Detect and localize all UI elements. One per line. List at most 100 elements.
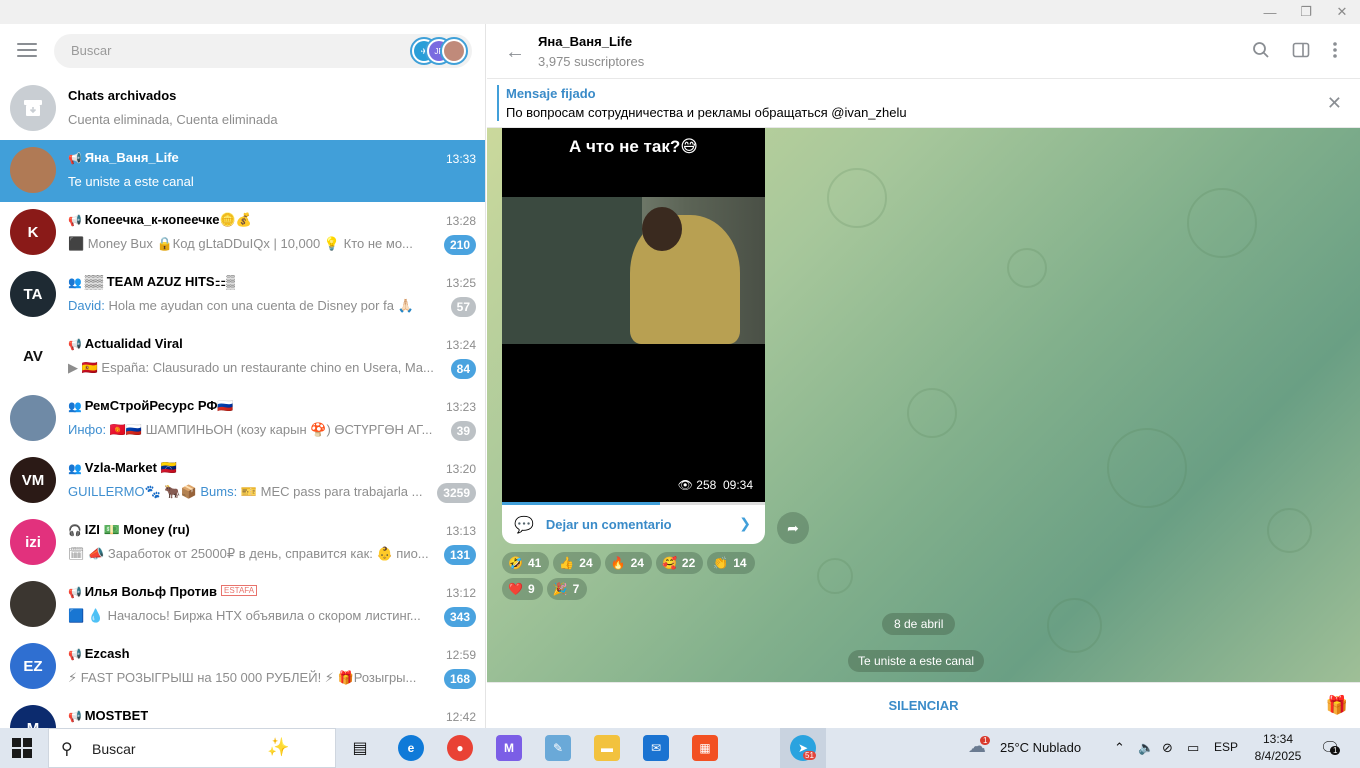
preview-sender: GUILLERMO🐾 🐂📦 Bums: — [68, 484, 241, 499]
telegram-badge: 51 — [803, 751, 816, 760]
chat-type-icon: 📢 — [68, 153, 82, 165]
reaction-chip[interactable]: 👏 14 — [707, 552, 755, 574]
chat-list-item[interactable]: 📢 Яна_Ваня_Life 13:33 Te uniste a este cana… — [0, 140, 485, 202]
pinned-message-bar[interactable]: Mensaje fijado По вопросам сотрудничеств… — [487, 79, 1360, 128]
chat-name-text: IZI 💵 Money (ru) — [84, 522, 190, 537]
reaction-count: 7 — [572, 582, 580, 596]
chat-name-text: MOSTBET — [84, 708, 149, 723]
chat-preview: Инфо: 🇰🇬🇷🇺 ШАМПИНЬОН (козу карын 🍄) ӨСТҮ… — [68, 422, 440, 438]
language-indicator[interactable]: ESP — [1214, 740, 1238, 754]
notepad-icon[interactable]: ✎ — [545, 735, 571, 761]
chat-list-item[interactable]: 📢 Илья Вольф Против ESTAFA 13:12 🟦 💧 Началос… — [0, 574, 485, 636]
telegram-taskbar-button[interactable]: ➤ 51 — [780, 728, 826, 768]
unread-badge: 3259 — [437, 483, 476, 503]
preview-text: 🗓 📣 Заработок от 25000₽ в день, справитс… — [68, 546, 429, 561]
preview-text: Hola me ayudan con una cuenta de Disney … — [108, 298, 414, 313]
chat-avatar — [10, 581, 56, 627]
network-icon[interactable]: ⊘ — [1162, 740, 1173, 756]
menu-icon[interactable] — [17, 43, 37, 57]
search-icon[interactable] — [1252, 41, 1270, 64]
chat-list-item[interactable]: M 📢 MOSTBET 12:42 — [0, 698, 485, 728]
conversation-panel: ← Яна_Ваня_Life 3,975 suscriptores Mensa… — [487, 24, 1360, 728]
chat-name: 📢 Копеечка_к-копеечке🪙💰 — [68, 212, 252, 228]
subscriber-count: 3,975 suscriptores — [538, 54, 645, 69]
mute-button[interactable]: SILENCIAR — [487, 698, 1360, 713]
chat-list-item[interactable]: EZ 📢 Ezcash 12:59 ⚡ FAST РОЗЫГРЫШ на 150 000… — [0, 636, 485, 698]
share-button[interactable]: ➦ — [777, 512, 809, 544]
reaction-chip[interactable]: 🥰 22 — [655, 552, 704, 574]
channel-title[interactable]: Яна_Ваня_Life — [538, 34, 632, 49]
chat-time: 13:28 — [445, 214, 476, 228]
restore-button[interactable]: ❐ — [1288, 0, 1324, 24]
edge-icon[interactable]: e — [398, 735, 424, 761]
speaker-icon[interactable]: 🔈 — [1138, 740, 1154, 756]
file-explorer-icon[interactable]: ▬ — [594, 735, 620, 761]
chat-type-icon: 📢 — [68, 587, 82, 599]
preview-text: 🇰🇬🇷🇺 ШАМПИНЬОН (козу карын 🍄) ӨСТҮРГӨН А… — [109, 422, 433, 437]
search-input[interactable]: Buscar ✈ JP — [54, 34, 472, 68]
story-avatar[interactable] — [440, 37, 468, 65]
weather-text[interactable]: 25°C Nublado — [1000, 740, 1081, 755]
sidebar-toggle-icon[interactable] — [1292, 41, 1310, 64]
reaction-chip[interactable]: 🤣 41 — [502, 552, 550, 574]
mail-icon[interactable]: ✉ — [643, 735, 669, 761]
leave-comment-button[interactable]: 💬 Dejar un comentario ❯ — [502, 505, 765, 544]
chat-name-text: Илья Вольф Против — [84, 584, 217, 599]
chat-time: 12:42 — [445, 710, 476, 724]
chat-list-item[interactable]: AV 📢 Actualidad Viral 13:24 ▶ 🇪🇸 España: Cla… — [0, 326, 485, 388]
taskbar-search[interactable]: ⚲ Buscar ✨ — [48, 728, 336, 768]
more-options-icon[interactable] — [1332, 41, 1338, 64]
chat-list-panel: Buscar ✈ JP Chats archivados Cuenta elim… — [0, 24, 486, 728]
chat-list-item[interactable]: TA 👥 ▒▒ TEAM AZUZ HITS⚏▒ 13:25 David: Hola m… — [0, 264, 485, 326]
telegram-desktop-screen: — ❐ ✕ Buscar ✈ JP Chats archivados Cuent… — [0, 0, 1360, 768]
system-clock[interactable]: 13:34 8/4/2025 — [1250, 731, 1306, 765]
service-message: Te uniste a este canal — [848, 650, 985, 672]
stories-avatars[interactable]: ✈ JP — [410, 37, 468, 65]
chat-name-text: Яна_Ваня_Life — [84, 150, 179, 165]
pinned-text: По вопросам сотрудничества и рекламы обр… — [506, 105, 907, 120]
reaction-chip[interactable]: 👍 24 — [553, 552, 601, 574]
chat-name: 📢 Илья Вольф Против ESTAFA — [68, 584, 258, 599]
chat-avatar: EZ — [10, 643, 56, 689]
chat-time: 13:20 — [445, 462, 476, 476]
chat-type-icon: 👥 — [68, 277, 82, 289]
close-window-button[interactable]: ✕ — [1324, 0, 1360, 24]
m365-icon[interactable]: M — [496, 735, 522, 761]
archived-chats-item[interactable]: Chats archivados Cuenta eliminada, Cuent… — [0, 78, 485, 140]
chat-preview: Te uniste a este canal — [68, 174, 440, 189]
chat-list-item[interactable]: VM 👥 Vzla-Market 🇻🇪 13:20 GUILLERMO🐾 🐂📦 Bums… — [0, 450, 485, 512]
video-post[interactable]: А что не так?😅 👁 258 09:34 💬 Dejar un co… — [502, 128, 765, 544]
restore-icon: ❐ — [1300, 4, 1312, 19]
clock-date: 8/4/2025 — [1254, 749, 1302, 763]
chat-list-item[interactable]: K 📢 Копеечка_к-копеечке🪙💰 13:28 ⬛ Money Bux … — [0, 202, 485, 264]
close-pinned-icon[interactable]: ✕ — [1327, 93, 1342, 114]
conversation-header: ← Яна_Ваня_Life 3,975 suscriptores — [487, 24, 1360, 79]
start-button[interactable] — [12, 738, 32, 758]
clock-time: 13:34 — [1262, 732, 1294, 746]
chrome-icon[interactable]: ● — [447, 735, 473, 761]
chevron-up-icon[interactable]: ⌃ — [1114, 740, 1125, 756]
preview-sender: Инфо: — [68, 422, 110, 437]
chat-list-item[interactable]: 👥 РемСтройРесурс РФ🇷🇺 13:23 Инфо: 🇰🇬🇷🇺 ШАМП… — [0, 388, 485, 450]
chat-preview: GUILLERMO🐾 🐂📦 Bums: 🎫 MEC pass para trab… — [68, 484, 440, 500]
display-icon[interactable]: ▭ — [1187, 740, 1199, 756]
reaction-chip[interactable]: 🎉 7 — [546, 578, 588, 600]
gift-icon[interactable]: 🎁 — [1326, 695, 1348, 716]
view-count: 258 — [696, 478, 717, 492]
task-view-icon[interactable]: ▤ — [347, 735, 373, 761]
close-icon: ✕ — [1336, 4, 1348, 19]
back-arrow-icon[interactable]: ← — [505, 41, 525, 64]
minimize-button[interactable]: — — [1252, 0, 1288, 24]
chat-type-icon: 👥 — [68, 463, 82, 475]
reaction-chip[interactable]: ❤️ 9 — [502, 578, 543, 600]
archive-title: Chats archivados — [68, 88, 177, 103]
video-player[interactable]: А что не так?😅 👁 258 09:34 — [502, 128, 765, 502]
chat-name-text: ▒▒ TEAM AZUZ HITS⚏▒ — [84, 274, 236, 289]
store-icon[interactable]: ▦ — [692, 735, 718, 761]
taskbar-search-placeholder: Buscar — [92, 741, 136, 757]
chat-list-item[interactable]: izi 🎧 IZI 💵 Money (ru) 13:13 🗓 📣 Заработок о… — [0, 512, 485, 574]
unread-badge: 343 — [443, 607, 476, 627]
unread-badge: 168 — [443, 669, 476, 689]
reaction-chip[interactable]: 🔥 24 — [604, 552, 652, 574]
comment-label: Dejar un comentario — [545, 517, 672, 532]
